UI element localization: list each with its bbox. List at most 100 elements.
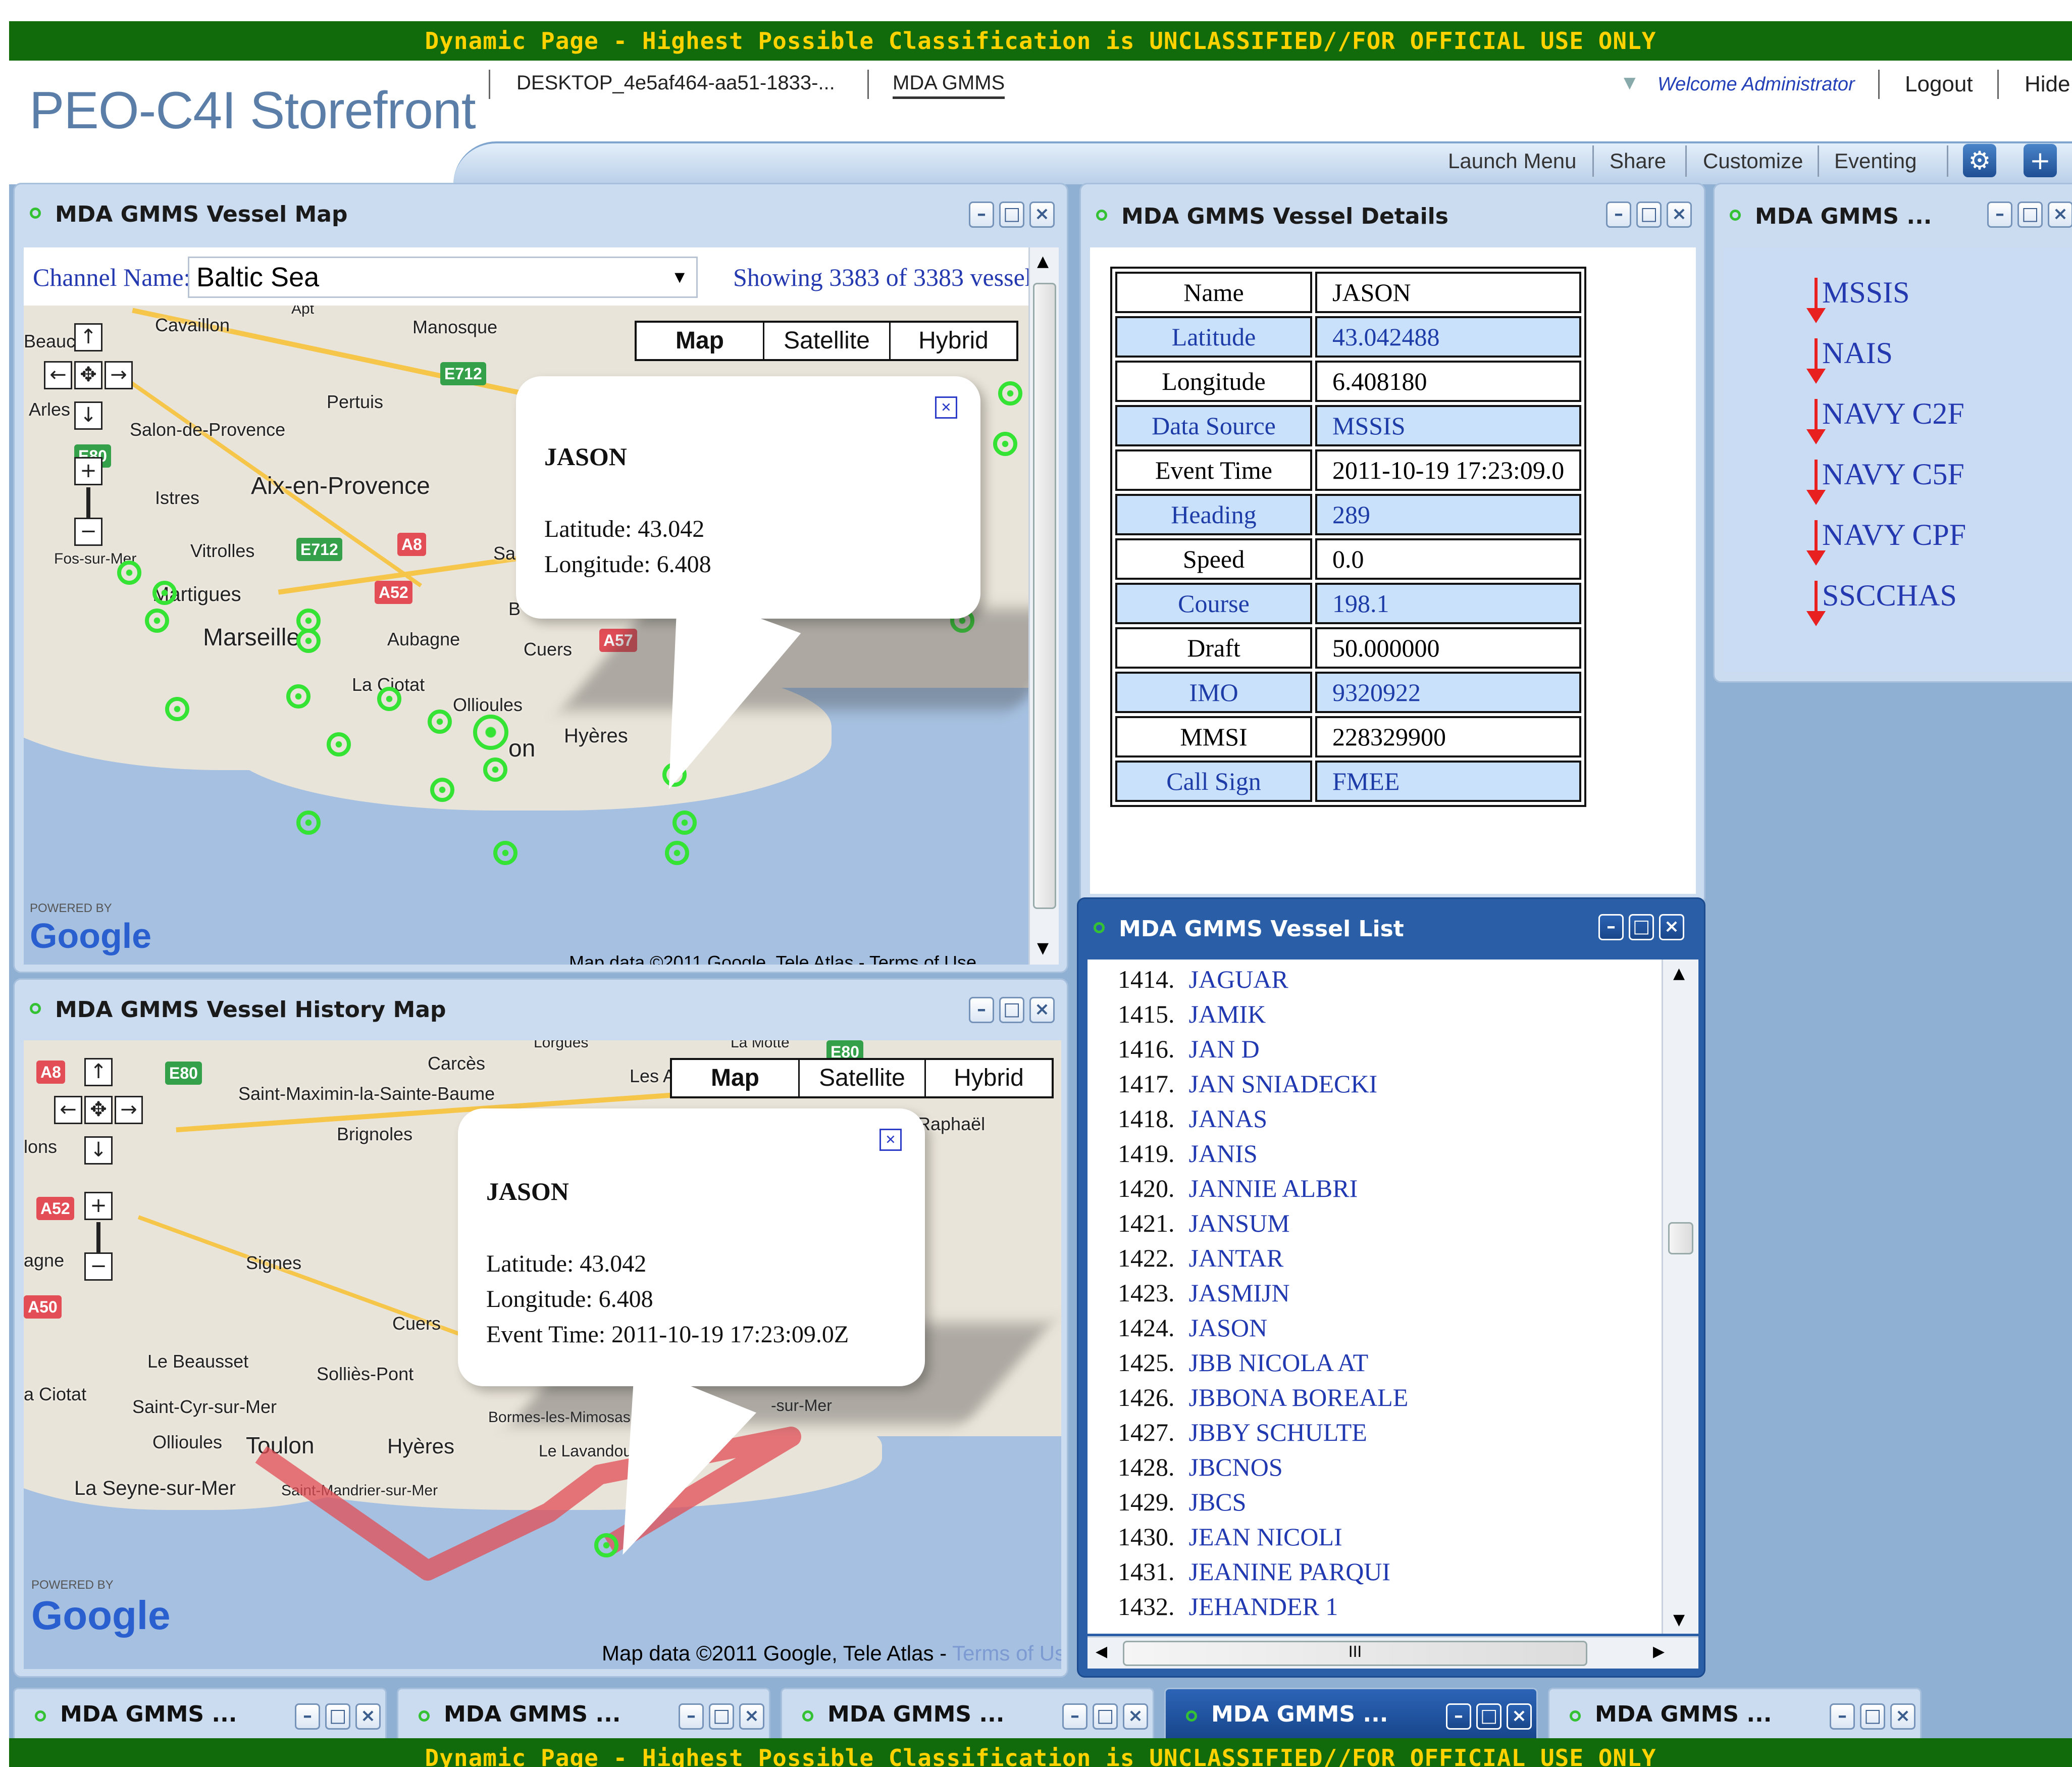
pan-right-icon[interactable]: → [105, 361, 133, 389]
maximize-icon[interactable]: □ [1476, 1703, 1501, 1730]
maximize-icon[interactable]: □ [1636, 201, 1662, 228]
list-item[interactable]: 1431. JEANINE PARQUI [1118, 1557, 1390, 1586]
list-item-vessel-name[interactable]: JBCNOS [1189, 1453, 1283, 1481]
launch-menu-button[interactable]: Launch Menu [1448, 149, 1577, 173]
vessel-marker[interactable] [428, 710, 452, 734]
list-item[interactable]: 1416. JAN D [1118, 1034, 1260, 1064]
vessel-map[interactable]: Apt Cavaillon Manosque Beauca Arles Pert… [24, 306, 1028, 965]
vessel-marker[interactable] [117, 561, 141, 585]
feed-item[interactable]: NAIS [1822, 336, 1893, 371]
vessel-marker[interactable] [998, 381, 1022, 406]
list-item-vessel-name[interactable]: JBBY SCHULTE [1189, 1418, 1367, 1446]
zoom-in-icon[interactable]: + [74, 457, 102, 485]
scroll-down-icon[interactable]: ▼ [1037, 939, 1049, 957]
close-icon[interactable]: × [1890, 1703, 1915, 1730]
maximize-icon[interactable]: □ [1629, 914, 1654, 940]
minimize-icon[interactable]: – [1987, 201, 2012, 228]
close-icon[interactable]: × [2048, 201, 2072, 228]
eventing-button[interactable]: Eventing [1834, 149, 1916, 173]
dock-item[interactable]: MDA GMMS ... – □ × [781, 1688, 1154, 1743]
list-item[interactable]: 1414. JAGUAR [1118, 965, 1288, 994]
list-item[interactable]: 1422. JANTAR [1118, 1243, 1283, 1273]
list-item-vessel-name[interactable]: JAGUAR [1189, 965, 1288, 993]
share-button[interactable]: Share [1610, 149, 1666, 173]
pan-left-icon[interactable]: ← [44, 361, 72, 389]
vessel-marker[interactable] [165, 697, 189, 721]
list-item-vessel-name[interactable]: JBCS [1189, 1488, 1247, 1516]
vessel-marker[interactable] [993, 432, 1017, 456]
vessel-marker[interactable] [327, 732, 351, 756]
list-item-vessel-name[interactable]: JANNIE ALBRI [1189, 1174, 1358, 1202]
list-item[interactable]: 1425. JBB NICOLA AT [1118, 1348, 1368, 1377]
close-icon[interactable]: × [1029, 997, 1055, 1023]
maximize-icon[interactable]: □ [1860, 1703, 1885, 1730]
scroll-thumb[interactable] [1033, 283, 1056, 909]
pan-down-icon[interactable]: ↓ [74, 401, 102, 430]
tab-desktop[interactable]: DESKTOP_4e5af464-aa51-1833-... [516, 72, 835, 94]
list-item-vessel-name[interactable]: JEHANDER 1 [1189, 1592, 1338, 1621]
close-icon[interactable]: × [1029, 201, 1055, 228]
maximize-icon[interactable]: □ [1093, 1703, 1118, 1730]
vessel-marker[interactable] [493, 841, 517, 865]
list-item[interactable]: 1420. JANNIE ALBRI [1118, 1174, 1358, 1203]
scroll-down-icon[interactable]: ▼ [1673, 1611, 1685, 1629]
list-item[interactable]: 1417. JAN SNIADECKI [1118, 1069, 1377, 1098]
list-item-vessel-name[interactable]: JANAS [1189, 1104, 1268, 1133]
close-icon[interactable]: × [1667, 201, 1692, 228]
list-item-vessel-name[interactable]: JEAN NICOLI [1189, 1523, 1342, 1551]
settings-gear-icon[interactable]: ⚙ [1963, 144, 1996, 177]
vessel-marker[interactable] [296, 811, 321, 835]
list-item[interactable]: 1419. JANIS [1118, 1139, 1258, 1168]
list-item-vessel-name[interactable]: JAN SNIADECKI [1189, 1070, 1378, 1098]
hide-link[interactable]: Hide [2025, 72, 2070, 97]
feed-item[interactable]: NAVY C5F [1822, 457, 1964, 492]
dock-item[interactable]: MDA GMMS ... – □ × [1548, 1688, 1922, 1743]
chevron-down-icon[interactable]: ▼ [1620, 72, 1640, 94]
chevron-down-icon[interactable]: ▼ [671, 258, 688, 296]
list-item[interactable]: 1430. JEAN NICOLI [1118, 1522, 1342, 1551]
feed-item[interactable]: SSCCHAS [1822, 578, 1957, 613]
list-item[interactable]: 1415. JAMIK [1118, 999, 1266, 1029]
minimize-icon[interactable]: – [1446, 1703, 1471, 1730]
minimize-icon[interactable]: – [1606, 201, 1631, 228]
list-item[interactable]: 1421. JANSUM [1118, 1208, 1290, 1238]
maximize-icon[interactable]: □ [709, 1703, 734, 1730]
list-item-vessel-name[interactable]: JASON [1189, 1314, 1268, 1342]
pan-up-icon[interactable]: ↑ [74, 323, 102, 351]
hscroll-thumb[interactable]: III [1123, 1641, 1587, 1666]
tab-mda-gmms[interactable]: MDA GMMS [893, 72, 1005, 99]
vessel-marker[interactable] [665, 841, 689, 865]
add-widget-icon[interactable]: + [2024, 144, 2057, 177]
scroll-up-icon[interactable]: ▲ [1037, 253, 1049, 270]
close-icon[interactable]: × [1123, 1703, 1148, 1730]
list-item[interactable]: 1427. JBBY SCHULTE [1118, 1418, 1367, 1447]
list-item-vessel-name[interactable]: JANIS [1189, 1139, 1258, 1168]
history-map[interactable]: Lorgues La Motte Carcès Les Ar Saint-Max… [24, 1040, 1061, 1669]
close-icon[interactable]: × [355, 1703, 381, 1730]
maximize-icon[interactable]: □ [999, 997, 1024, 1023]
list-item-vessel-name[interactable]: JANTAR [1189, 1244, 1284, 1272]
scrollbar[interactable]: ▲ ▼ [1028, 247, 1059, 965]
horizontal-scrollbar[interactable]: ◀ III ▶ [1087, 1636, 1698, 1669]
maximize-icon[interactable]: □ [325, 1703, 350, 1730]
scroll-up-icon[interactable]: ▲ [1673, 965, 1685, 982]
minimize-icon[interactable]: – [679, 1703, 704, 1730]
minimize-icon[interactable]: – [295, 1703, 320, 1730]
logout-link[interactable]: Logout [1905, 72, 1973, 97]
close-icon[interactable]: × [1507, 1703, 1532, 1730]
map-type-satellite[interactable]: Satellite [763, 323, 889, 359]
scroll-right-icon[interactable]: ▶ [1653, 1643, 1665, 1660]
minimize-icon[interactable]: – [1598, 914, 1624, 940]
vessel-marker[interactable] [296, 629, 321, 653]
list-item-vessel-name[interactable]: JEANINE PARQUI [1189, 1557, 1391, 1586]
vessel-marker[interactable] [473, 715, 508, 750]
list-item-vessel-name[interactable]: JAN D [1189, 1035, 1260, 1063]
map-type-map[interactable]: Map [637, 323, 763, 359]
scroll-left-icon[interactable]: ◀ [1096, 1643, 1107, 1660]
minimize-icon[interactable]: – [969, 201, 994, 228]
scrollbar[interactable]: ▲ ▼ [1662, 960, 1698, 1634]
dock-item[interactable]: MDA GMMS ... – □ × [13, 1688, 387, 1743]
vessel-marker[interactable] [377, 687, 401, 711]
vessel-marker[interactable] [672, 811, 697, 835]
pan-center-icon[interactable]: ✥ [74, 361, 102, 389]
